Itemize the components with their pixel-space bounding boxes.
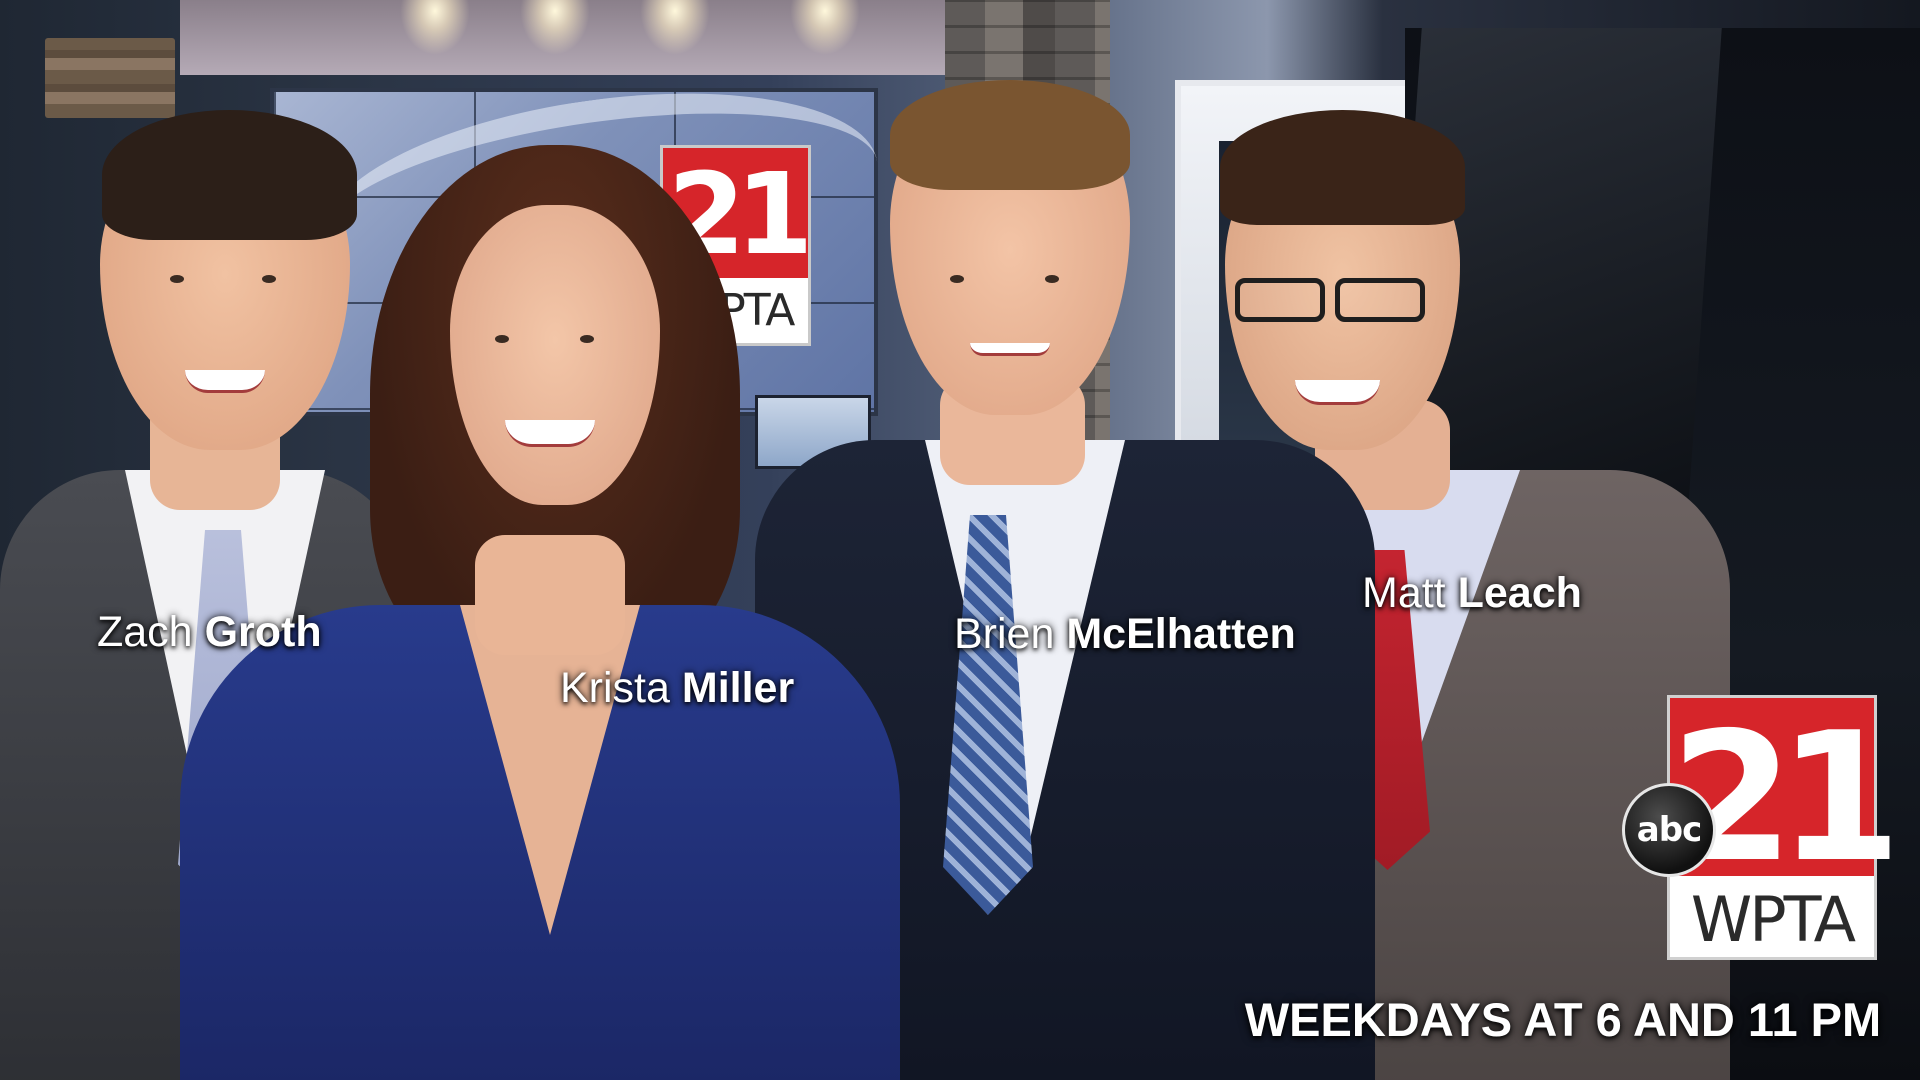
last-name: Miller [681,664,795,712]
promo-scene: 21 WPTA Zach Groth Krista Miller Brien M… [0,0,1920,1080]
first-name: Brien [954,610,1055,658]
name-label-krista-miller: Krista Miller [560,663,794,713]
name-label-matt-leach: Matt Leach [1362,568,1582,618]
first-name: Zach [97,608,193,656]
ceiling-spotlight [640,0,710,55]
last-name: Leach [1457,569,1582,617]
first-name: Matt [1362,569,1446,617]
airtime-tagline: WEEKDAYS AT 6 AND 11 PM [1244,993,1882,1046]
last-name: Groth [204,608,322,656]
name-label-brien-mcelhatten: Brien McElhatten [954,609,1296,659]
station-logo: 21 WPTA abc [1622,695,1902,960]
ceiling-spotlight [400,0,470,55]
last-name: McElhatten [1066,610,1296,658]
station-logo-call-letters: WPTA [1690,883,1856,956]
first-name: Krista [560,664,670,712]
abc-network-badge: abc [1622,783,1716,877]
name-label-zach-groth: Zach Groth [97,607,322,657]
ceiling-spotlight [790,0,860,55]
ceiling-spotlight [520,0,590,55]
